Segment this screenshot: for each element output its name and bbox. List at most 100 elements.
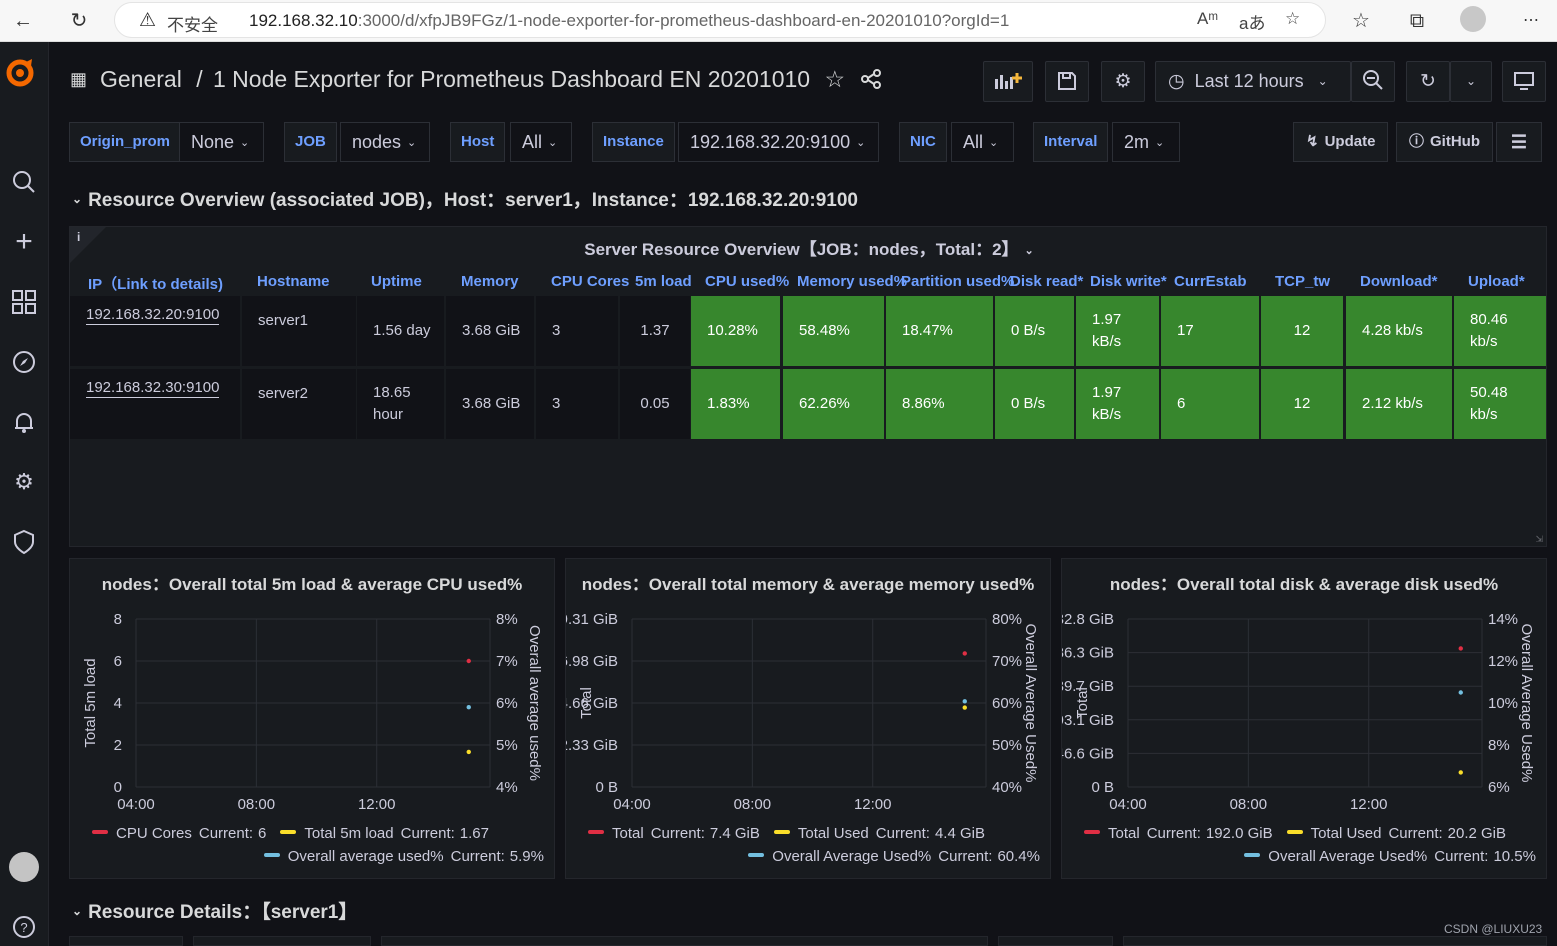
legend-item[interactable]: Total Used Current: 20.2 GiB: [1286, 825, 1507, 842]
breadcrumb-folder[interactable]: General: [100, 66, 182, 92]
column-header[interactable]: TCP_tw: [1275, 273, 1330, 290]
time-picker-button[interactable]: ◷ Last 12 hours ⌄: [1155, 61, 1351, 102]
menu-icon: ☰: [1510, 132, 1528, 152]
legend-item[interactable]: Total Used Current: 4.4 GiB: [773, 825, 985, 842]
legend-item[interactable]: CPU Cores Current: 6: [92, 825, 266, 842]
dashboards-icon[interactable]: [5, 283, 43, 321]
column-header[interactable]: Memory used%: [797, 273, 907, 290]
table-cell: 3.68 GiB: [446, 369, 534, 439]
legend-item[interactable]: Overall Average Used% Current: 10.5%: [1244, 848, 1536, 865]
var-select-origin-prom[interactable]: None ⌄: [179, 122, 264, 162]
refresh-button[interactable]: ↻: [1406, 61, 1450, 102]
ip-detail-link[interactable]: 192.168.32.20:9100: [86, 306, 220, 325]
column-header[interactable]: Disk read*: [1010, 273, 1083, 290]
cell-value: 3: [552, 395, 561, 412]
series-point: [466, 658, 471, 664]
var-select-host[interactable]: All ⌄: [510, 122, 572, 162]
search-icon[interactable]: [5, 163, 43, 201]
more-menu-icon[interactable]: ⋯: [1516, 6, 1546, 36]
breadcrumb-separator: /: [196, 66, 203, 92]
server-admin-shield-icon[interactable]: [5, 523, 43, 561]
cell-value: 0 B/s: [1011, 395, 1046, 412]
dashboard-title[interactable]: 1 Node Exporter for Prometheus Dashboard…: [213, 66, 810, 92]
y2-tick-label: 8%: [496, 611, 518, 628]
panel-title[interactable]: Server Resource Overview【JOB：nodes，Total…: [70, 235, 1548, 260]
dashboard-settings-button[interactable]: ⚙: [1101, 61, 1145, 102]
cell-value: 8.86%: [902, 395, 945, 412]
x-tick-label: 12:00: [1350, 796, 1388, 813]
table-cell[interactable]: 192.168.32.20:9100: [70, 296, 240, 366]
column-header[interactable]: Download*: [1360, 273, 1438, 290]
explore-compass-icon[interactable]: [5, 343, 43, 381]
configuration-gear-icon[interactable]: ⚙: [5, 463, 43, 501]
refresh-interval-dropdown[interactable]: ⌄: [1450, 61, 1492, 102]
profile-avatar-icon[interactable]: [1458, 6, 1488, 36]
table-cell: 0.05: [620, 369, 690, 439]
var-select-job[interactable]: nodes ⌄: [340, 122, 430, 162]
panel-stub: [193, 936, 371, 946]
collections-icon[interactable]: ⧉: [1402, 6, 1432, 36]
legend-current-value: 20.2 GiB: [1447, 825, 1507, 842]
legend-item[interactable]: Total Current: 7.4 GiB: [588, 825, 760, 842]
resize-handle-icon[interactable]: ⇲: [1535, 534, 1543, 545]
row-title-resource-details[interactable]: ⌄ Resource Details：【server1】: [72, 897, 357, 924]
zoom-out-button[interactable]: [1351, 61, 1395, 102]
add-favorite-icon[interactable]: ☆: [1285, 9, 1300, 29]
column-header[interactable]: Hostname: [257, 273, 330, 290]
alerting-bell-icon[interactable]: [5, 403, 43, 441]
cell-value: 12: [1293, 322, 1311, 339]
column-header[interactable]: Memory: [461, 273, 519, 290]
grafana-logo-icon[interactable]: [4, 56, 36, 88]
column-header[interactable]: Upload*: [1468, 273, 1525, 290]
share-icon[interactable]: [860, 66, 882, 92]
column-header[interactable]: 5m load: [635, 273, 692, 290]
cell-value: 1.83%: [707, 395, 750, 412]
column-header[interactable]: Disk write*: [1090, 273, 1167, 290]
row-title-resource-overview[interactable]: ⌄ Resource Overview (associated JOB)，Host…: [72, 185, 858, 212]
view-mode-button[interactable]: [1502, 61, 1546, 102]
legend-item[interactable]: Total 5m load Current: 1.67: [280, 825, 489, 842]
favorites-icon[interactable]: ☆: [1346, 6, 1376, 36]
column-header[interactable]: CPU used%: [705, 273, 789, 290]
back-arrow-icon[interactable]: ←: [8, 6, 38, 36]
y-tick-label: 46.6 GiB: [1062, 745, 1114, 762]
var-select-interval[interactable]: 2m ⌄: [1112, 122, 1180, 162]
translate-icon[interactable]: aあ: [1239, 9, 1265, 34]
column-header[interactable]: Partition used%: [901, 273, 1014, 290]
legend-item[interactable]: Overall average used% Current: 5.9%: [263, 848, 544, 865]
column-header[interactable]: CPU Cores: [551, 273, 629, 290]
reload-icon[interactable]: ↻: [64, 6, 94, 36]
chevron-down-icon: ⌄: [72, 192, 83, 206]
y-tick-label: 0: [114, 779, 122, 796]
svg-text:?: ?: [20, 920, 27, 935]
star-icon[interactable]: ☆: [824, 66, 845, 92]
table-cell[interactable]: 192.168.32.30:9100: [70, 369, 240, 439]
var-select-instance[interactable]: 192.168.32.20:9100 ⌄: [678, 122, 879, 162]
var-value: 2m: [1124, 132, 1150, 152]
column-header[interactable]: CurrEstab: [1174, 273, 1247, 290]
cell-value: 18.47%: [902, 322, 953, 339]
server-overview-panel: i Server Resource Overview【JOB：nodes，Tot…: [69, 226, 1547, 547]
ip-detail-link[interactable]: 192.168.32.30:9100: [86, 379, 220, 398]
column-header[interactable]: Uptime: [371, 273, 422, 290]
y2-axis-label: Overall Average Used%: [1022, 624, 1039, 783]
read-aloud-icon[interactable]: Aᵐ: [1197, 9, 1218, 29]
github-link-button[interactable]: ⓘ GitHub: [1396, 122, 1494, 162]
save-dashboard-button[interactable]: [1045, 61, 1089, 102]
legend-item[interactable]: Total Current: 192.0 GiB: [1084, 825, 1273, 842]
hamburger-menu-button[interactable]: ☰: [1496, 122, 1542, 162]
update-link-button[interactable]: ↯ Update: [1293, 122, 1389, 162]
column-header[interactable]: IP（Link to details): [88, 273, 223, 294]
help-icon[interactable]: ?: [5, 908, 43, 946]
address-bar[interactable]: ⚠ 不安全 192.168.32.10:3000/d/xfpJB9FGz/1-n…: [114, 2, 1326, 38]
legend-swatch: [1244, 853, 1261, 857]
y-tick-label: 8: [114, 611, 122, 628]
var-select-nic[interactable]: All ⌄: [951, 122, 1014, 162]
create-plus-icon[interactable]: +: [5, 223, 43, 261]
table-cell: 2.12 kb/s: [1346, 369, 1452, 439]
add-panel-button[interactable]: [983, 61, 1033, 102]
cell-value: 3: [552, 322, 561, 339]
legend-item[interactable]: Overall Average Used% Current: 60.4%: [748, 848, 1040, 865]
user-avatar-icon[interactable]: [5, 848, 43, 886]
url-text[interactable]: 192.168.32.10:3000/d/xfpJB9FGz/1-node-ex…: [249, 11, 1009, 31]
